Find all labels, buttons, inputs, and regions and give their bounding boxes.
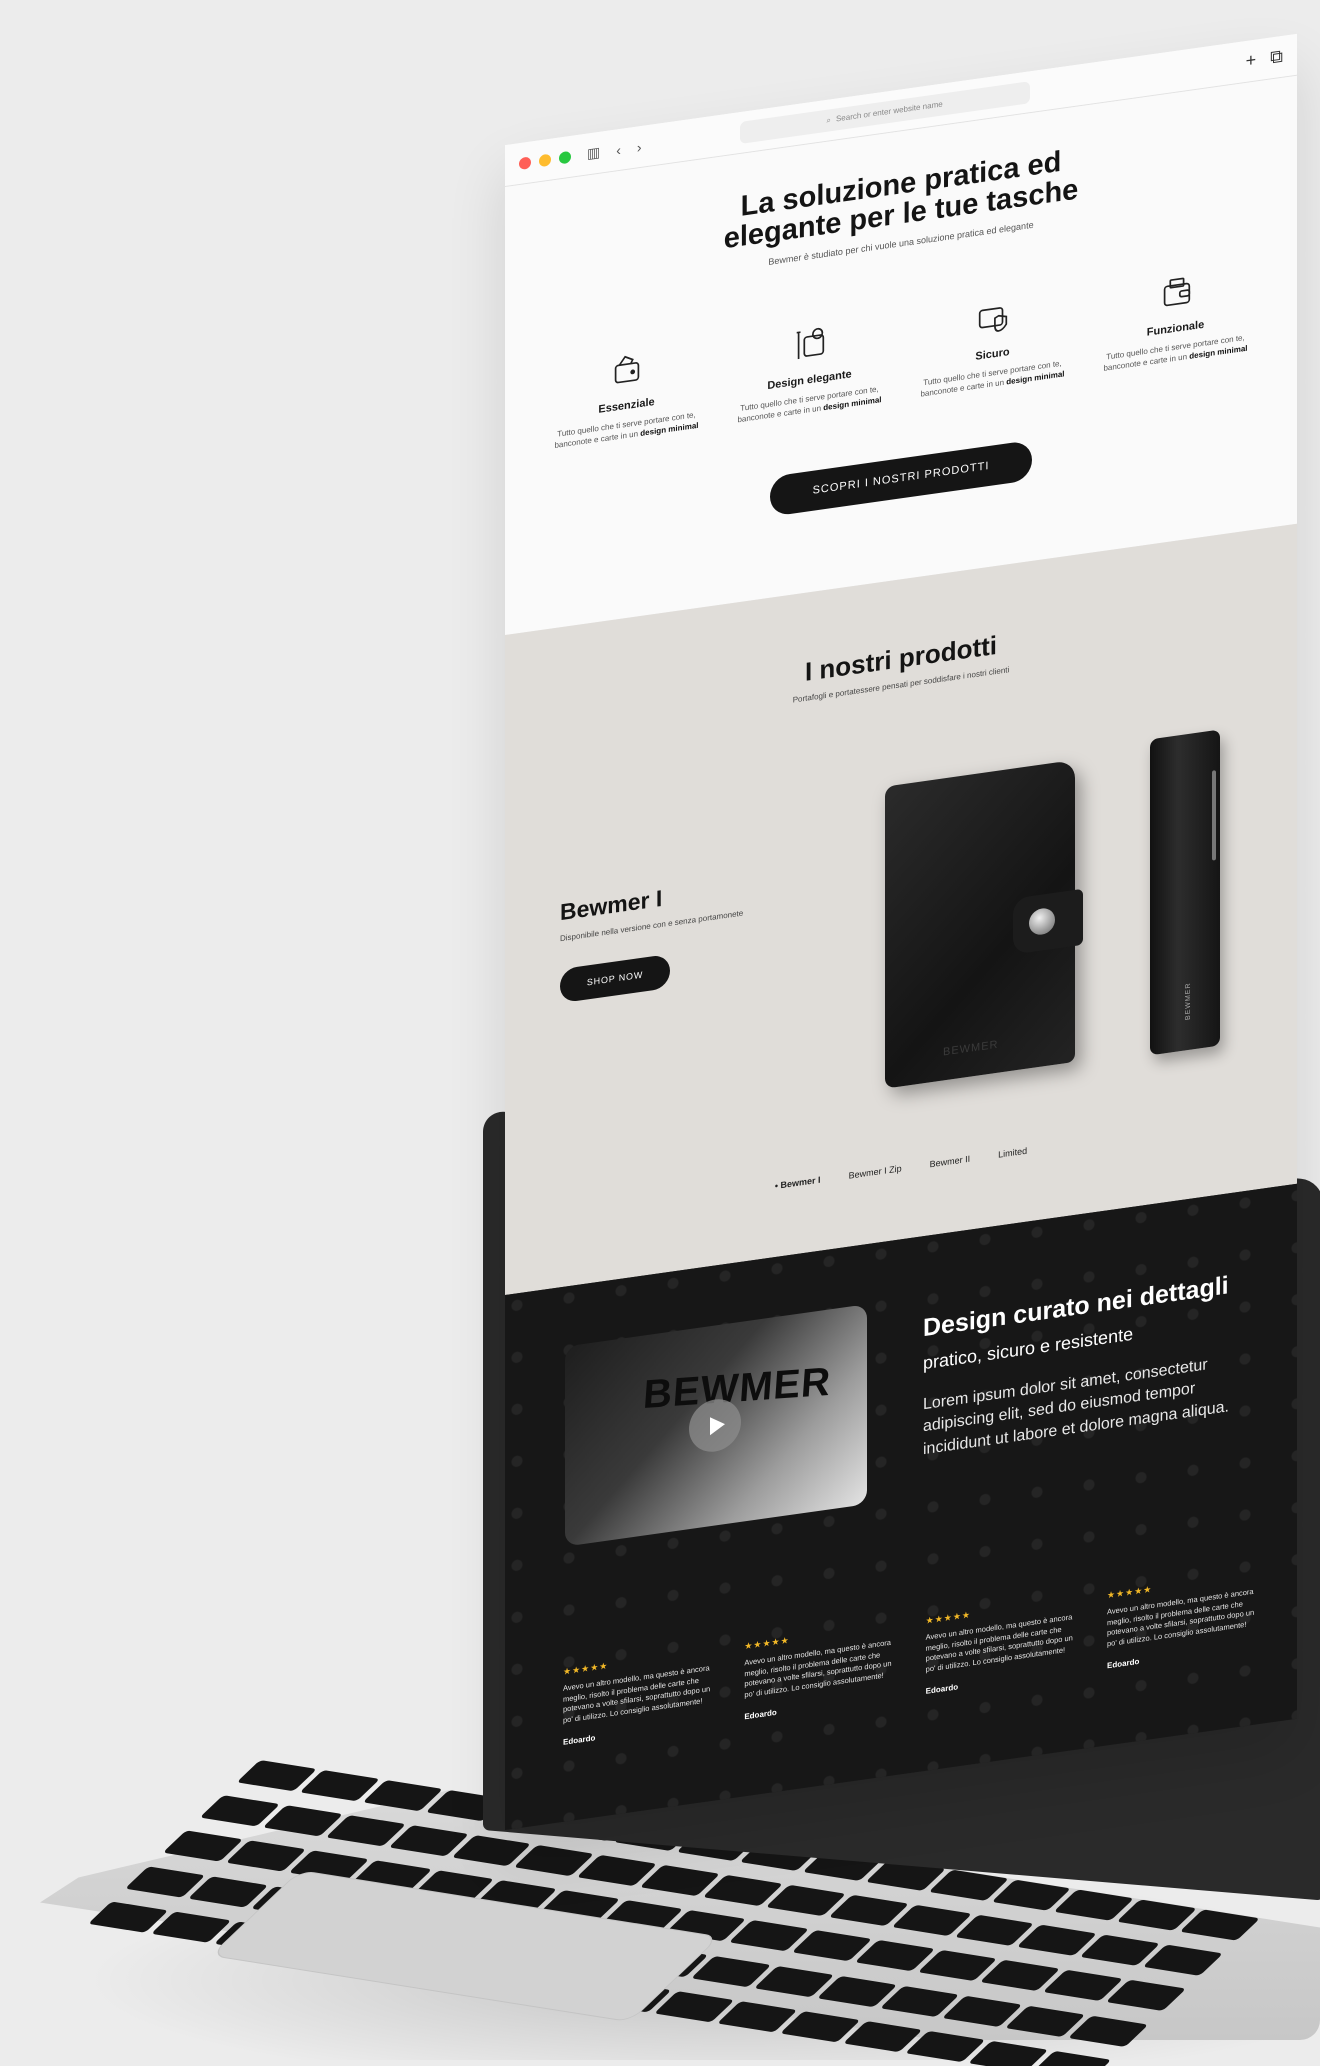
new-tab-icon[interactable]: + — [1246, 49, 1257, 71]
wallet-snap-button — [1029, 906, 1055, 937]
products-section: I nostri prodotti Portafogli e portatess… — [505, 523, 1297, 1295]
feature-essenziale: Essenziale Tutto quello che ti serve por… — [552, 340, 702, 452]
review-card: ★★★★★ Avevo un altro modello, ma questo … — [926, 1595, 1076, 1696]
sidebar-icon[interactable]: ▥ — [587, 144, 600, 163]
feature-sicuro: Sicuro Tutto quello che ti serve portare… — [918, 289, 1068, 401]
tabs-icon[interactable]: ⧉ — [1270, 46, 1283, 69]
variant-bewmer-i[interactable]: • Bewmer I — [775, 1175, 821, 1191]
shop-now-button[interactable]: SHOP NOW — [560, 953, 670, 1004]
shield-wallet-icon — [978, 307, 1007, 332]
variant-limited[interactable]: Limited — [998, 1146, 1027, 1160]
wallet-zip — [1212, 770, 1216, 861]
review-card: ★★★★★ Avevo un altro modello, ma questo … — [563, 1646, 713, 1746]
review-card: ★★★★★ Avevo un altro modello, ma questo … — [1107, 1569, 1257, 1670]
variant-bewmer-ii[interactable]: Bewmer II — [930, 1154, 971, 1170]
feature-funzionale: Funzionale Tutto quello che ti serve por… — [1101, 263, 1251, 375]
wallet-side-logo: BEWMER — [1185, 981, 1192, 1021]
address-placeholder: Search or enter website name — [835, 99, 943, 124]
browser-window: ▥ ‹ › ⌕ Search or enter website name + ⧉… — [505, 33, 1297, 1831]
wallet-side-image: BEWMER — [1150, 729, 1220, 1056]
wallet-logo: BEWMER — [943, 1038, 999, 1059]
forward-icon[interactable]: › — [637, 138, 642, 155]
review-card: ★★★★★ Avevo un altro modello, ma questo … — [744, 1620, 894, 1721]
scene: ▥ ‹ › ⌕ Search or enter website name + ⧉… — [0, 0, 1320, 2066]
details-text: Design curato nei dettagli pratico, sicu… — [923, 1268, 1253, 1462]
feature-design-elegante: Design elegante Tutto quello che ti serv… — [735, 315, 885, 427]
discover-products-button[interactable]: SCOPRI I NOSTRI PRODOTTI — [770, 440, 1032, 518]
wallet-cards-icon — [614, 355, 639, 384]
search-icon: ⌕ — [826, 114, 831, 125]
details-section: BEWMER Design curato nei dettagli pratic… — [505, 1183, 1297, 1831]
product-info: Bewmer I Disponibile nella versione con … — [560, 874, 743, 1004]
wallet-icon — [1163, 277, 1190, 307]
maximize-window-button[interactable] — [559, 150, 571, 164]
wallet-front-image: BEWMER — [885, 759, 1083, 1089]
design-pencil-icon — [796, 327, 824, 360]
minimize-window-button[interactable] — [539, 153, 551, 167]
variant-bewmer-i-zip[interactable]: Bewmer I Zip — [849, 1163, 902, 1180]
back-icon[interactable]: ‹ — [616, 141, 621, 158]
reviews-row: ★★★★★ Avevo un altro modello, ma questo … — [563, 1569, 1257, 1747]
video-thumbnail[interactable]: BEWMER — [565, 1304, 867, 1547]
wallet-strap — [1013, 888, 1083, 955]
close-window-button[interactable] — [519, 155, 531, 170]
